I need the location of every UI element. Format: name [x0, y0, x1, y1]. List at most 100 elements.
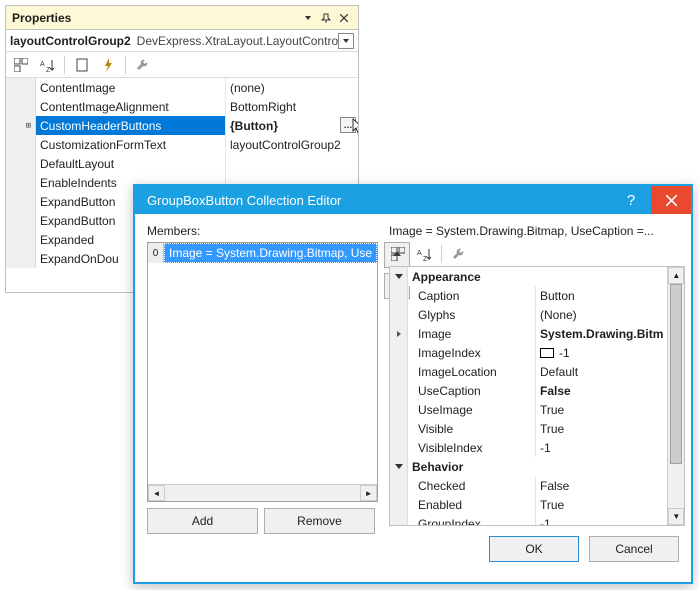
table-row[interactable]: ImageIndex-1 [390, 343, 667, 362]
window-menu-icon[interactable] [300, 10, 316, 26]
category-name: Behavior [408, 457, 667, 476]
table-row[interactable]: CustomizationFormTextlayoutControlGroup2 [6, 135, 358, 154]
table-row[interactable]: EnabledTrue [390, 495, 667, 514]
expander-gutter[interactable] [390, 438, 408, 457]
table-row[interactable]: UseCaptionFalse [390, 381, 667, 400]
expander-gutter[interactable] [390, 514, 408, 525]
expander-gutter[interactable] [6, 211, 36, 230]
table-row[interactable]: Glyphs(None) [390, 305, 667, 324]
expander-gutter[interactable] [6, 97, 36, 116]
ok-button[interactable]: OK [489, 536, 579, 562]
property-value[interactable]: {Button}… [226, 116, 358, 135]
expander-gutter[interactable] [6, 249, 36, 268]
expander-gutter[interactable] [390, 476, 408, 495]
categorized-icon[interactable] [12, 56, 30, 74]
remove-button[interactable]: Remove [264, 508, 375, 534]
alphabetical-icon[interactable]: AZ [38, 56, 56, 74]
property-value[interactable]: True [536, 419, 667, 438]
vertical-scrollbar[interactable]: ▲ ▼ [667, 267, 684, 525]
object-selector[interactable]: layoutControlGroup2 DevExpress.XtraLayou… [6, 30, 358, 52]
property-value[interactable]: System.Drawing.Bitm [536, 324, 667, 343]
expander-gutter[interactable] [390, 381, 408, 400]
expander-gutter[interactable] [390, 362, 408, 381]
close-button[interactable] [651, 186, 691, 214]
wrench-icon[interactable] [134, 56, 152, 74]
close-icon[interactable] [336, 10, 352, 26]
members-label: Members: [147, 224, 375, 238]
expander-gutter[interactable] [390, 305, 408, 324]
table-row[interactable]: CheckedFalse [390, 476, 667, 495]
expander-gutter[interactable] [390, 324, 408, 343]
dialog-footer: OK Cancel [135, 536, 691, 574]
pin-icon[interactable] [318, 10, 334, 26]
collapse-icon[interactable] [390, 267, 408, 286]
dialog-titlebar[interactable]: GroupBoxButton Collection Editor ? [135, 186, 691, 214]
scroll-left-icon[interactable]: ◄ [148, 485, 165, 501]
scroll-up-icon[interactable]: ▲ [668, 267, 684, 284]
expander-gutter[interactable] [390, 343, 408, 362]
scroll-down-icon[interactable]: ▼ [668, 508, 684, 525]
add-remove-row: Add Remove [147, 508, 375, 534]
property-value[interactable]: False [536, 476, 667, 495]
property-value[interactable]: -1 [536, 514, 667, 525]
expander-gutter[interactable] [6, 230, 36, 249]
scroll-right-icon[interactable]: ► [360, 485, 377, 501]
expander-gutter[interactable] [6, 135, 36, 154]
table-row[interactable]: ContentImageAlignmentBottomRight [6, 97, 358, 116]
table-row[interactable]: UseImageTrue [390, 400, 667, 419]
property-value[interactable]: (none) [226, 78, 358, 97]
expander-gutter[interactable] [390, 419, 408, 438]
page-icon[interactable] [73, 56, 91, 74]
scroll-thumb[interactable] [670, 284, 682, 464]
scroll-track[interactable] [165, 485, 360, 501]
property-value[interactable]: Default [536, 362, 667, 381]
category-row[interactable]: Behavior [390, 457, 667, 476]
table-row[interactable]: ⊞CustomHeaderButtons{Button}… [6, 116, 358, 135]
expander-gutter[interactable] [390, 286, 408, 305]
table-row[interactable]: CaptionButton [390, 286, 667, 305]
expander-gutter[interactable] [390, 400, 408, 419]
members-listbox[interactable]: 0 Image = System.Drawing.Bitmap, Use ◄ ► [147, 242, 378, 502]
property-value[interactable]: Button [536, 286, 667, 305]
list-item[interactable]: 0 Image = System.Drawing.Bitmap, Use [148, 243, 377, 263]
table-row[interactable]: ImageLocationDefault [390, 362, 667, 381]
events-icon[interactable] [99, 56, 117, 74]
property-grid[interactable]: AppearanceCaptionButtonGlyphs(None)Image… [389, 266, 685, 526]
property-name: Glyphs [408, 305, 536, 324]
category-row[interactable]: Appearance [390, 267, 667, 286]
property-value[interactable]: (None) [536, 305, 667, 324]
property-value[interactable]: -1 [536, 343, 667, 362]
property-value[interactable]: True [536, 495, 667, 514]
scroll-track[interactable] [668, 284, 684, 508]
expander-gutter[interactable] [6, 78, 36, 97]
table-row[interactable]: VisibleTrue [390, 419, 667, 438]
property-value[interactable]: layoutControlGroup2 [226, 135, 358, 154]
property-value[interactable]: -1 [536, 438, 667, 457]
help-button[interactable]: ? [611, 186, 651, 214]
ellipsis-button[interactable]: … [340, 117, 356, 133]
cancel-button[interactable]: Cancel [589, 536, 679, 562]
expander-gutter[interactable] [6, 154, 36, 173]
table-row[interactable]: GroupIndex-1 [390, 514, 667, 525]
table-row[interactable]: ImageSystem.Drawing.Bitm [390, 324, 667, 343]
property-value[interactable]: BottomRight [226, 97, 358, 116]
categorized-icon[interactable] [389, 245, 407, 263]
horizontal-scrollbar[interactable]: ◄ ► [148, 484, 377, 501]
wrench-icon[interactable] [450, 245, 468, 263]
table-row[interactable]: ContentImage(none) [6, 78, 358, 97]
collapse-icon[interactable] [390, 457, 408, 476]
property-value[interactable]: False [536, 381, 667, 400]
table-row[interactable]: VisibleIndex-1 [390, 438, 667, 457]
property-name: CustomHeaderButtons [36, 116, 226, 135]
alphabetical-icon[interactable]: AZ [415, 245, 433, 263]
expander-gutter[interactable] [6, 192, 36, 211]
property-value[interactable]: True [536, 400, 667, 419]
expander-gutter[interactable] [6, 173, 36, 192]
expander-gutter[interactable] [390, 495, 408, 514]
dropdown-icon[interactable] [338, 33, 354, 49]
table-row[interactable]: DefaultLayout [6, 154, 358, 173]
property-value[interactable] [226, 154, 358, 173]
expander-gutter[interactable]: ⊞ [6, 116, 36, 135]
add-button[interactable]: Add [147, 508, 258, 534]
property-name: Visible [408, 419, 536, 438]
